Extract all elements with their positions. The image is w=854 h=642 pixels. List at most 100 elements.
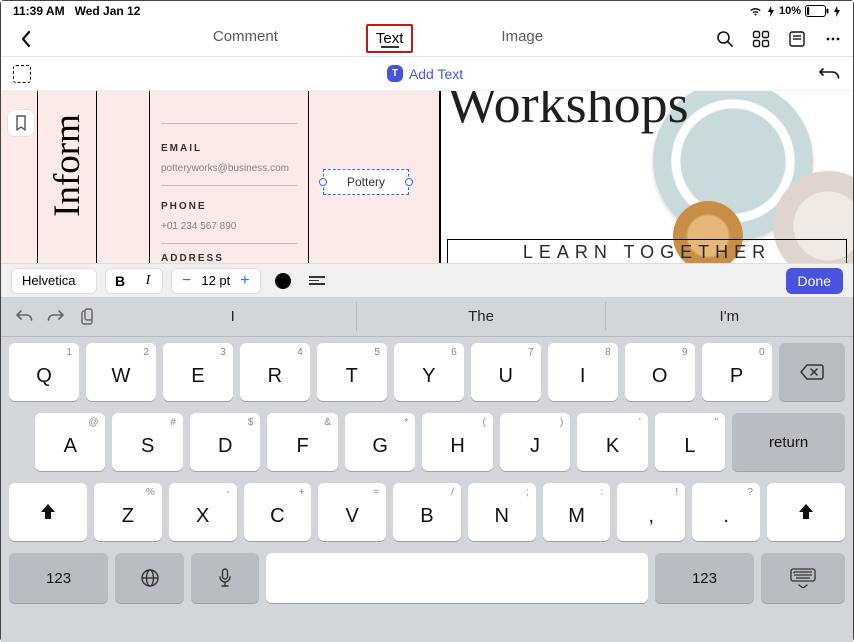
key-c[interactable]: +C bbox=[244, 483, 312, 541]
key-s[interactable]: #S bbox=[112, 413, 182, 471]
phone-value: +01 234 567 890 bbox=[161, 221, 236, 232]
key-space[interactable] bbox=[266, 553, 647, 603]
italic-button[interactable]: I bbox=[134, 273, 162, 289]
key-shift-right[interactable] bbox=[767, 483, 845, 541]
keyboard: I The I'm 1Q2W3E4R5T6Y7U8I9O0P @A#S$D&F*… bbox=[1, 297, 853, 642]
key-t[interactable]: 5T bbox=[317, 343, 387, 401]
page-left[interactable]: Inform EMAIL potteryworks@business.com P… bbox=[1, 91, 439, 263]
key-e[interactable]: 3E bbox=[163, 343, 233, 401]
format-toolbar: Helvetica B I − 12 pt + Done bbox=[1, 263, 853, 297]
key-w[interactable]: 2W bbox=[86, 343, 156, 401]
key-y[interactable]: 6Y bbox=[394, 343, 464, 401]
phone-heading: PHONE bbox=[161, 201, 207, 212]
key-a[interactable]: @A bbox=[35, 413, 105, 471]
key-u[interactable]: 7U bbox=[471, 343, 541, 401]
font-family-select[interactable]: Helvetica bbox=[11, 268, 97, 294]
top-toolbar: Comment Text Image bbox=[1, 21, 853, 57]
key-numbers-right[interactable]: 123 bbox=[655, 553, 754, 603]
key-backspace[interactable] bbox=[779, 343, 845, 401]
battery-icon bbox=[805, 5, 829, 17]
title-line2: Workshops bbox=[447, 91, 853, 132]
key-row-1: 1Q2W3E4R5T6Y7U8I9O0P bbox=[1, 337, 853, 407]
font-size-value: 12 pt bbox=[201, 273, 230, 288]
contact-divider bbox=[161, 123, 297, 124]
key-comma[interactable]: !, bbox=[617, 483, 685, 541]
status-time: 11:39 AM bbox=[13, 4, 65, 18]
battery-pct: 10% bbox=[779, 5, 801, 17]
suggestion-bar: I The I'm bbox=[1, 297, 853, 337]
tab-image[interactable]: Image bbox=[493, 24, 551, 53]
key-d[interactable]: $D bbox=[190, 413, 260, 471]
charge-icon bbox=[767, 6, 775, 17]
key-return[interactable]: return bbox=[732, 413, 845, 471]
document-canvas[interactable]: Inform EMAIL potteryworks@business.com P… bbox=[1, 91, 853, 263]
key-o[interactable]: 9O bbox=[625, 343, 695, 401]
key-k[interactable]: 'K bbox=[577, 413, 647, 471]
more-icon[interactable] bbox=[823, 29, 843, 49]
bookmark-icon[interactable] bbox=[7, 109, 35, 137]
key-shift-left[interactable] bbox=[9, 483, 87, 541]
key-r[interactable]: 4R bbox=[240, 343, 310, 401]
page-right[interactable]: Pottery Workshops LEARN TOGETHER bbox=[439, 91, 853, 263]
key-g[interactable]: *G bbox=[345, 413, 415, 471]
key-x[interactable]: -X bbox=[169, 483, 237, 541]
back-button[interactable] bbox=[11, 30, 41, 48]
key-j[interactable]: )J bbox=[500, 413, 570, 471]
key-f[interactable]: &F bbox=[267, 413, 337, 471]
email-value: potteryworks@business.com bbox=[161, 163, 289, 174]
selection-icon[interactable] bbox=[13, 65, 31, 83]
contact-box bbox=[149, 91, 309, 263]
undo-button[interactable] bbox=[819, 65, 841, 83]
key-q[interactable]: 1Q bbox=[9, 343, 79, 401]
address-heading: ADDRESS bbox=[161, 253, 224, 263]
key-period[interactable]: ?. bbox=[692, 483, 760, 541]
add-text-label: Add Text bbox=[409, 66, 463, 82]
status-bar: 11:39 AM Wed Jan 12 10% bbox=[1, 1, 853, 21]
key-v[interactable]: =V bbox=[318, 483, 386, 541]
key-b[interactable]: /B bbox=[393, 483, 461, 541]
text-color-button[interactable] bbox=[275, 273, 291, 289]
grid-icon[interactable] bbox=[751, 29, 771, 49]
key-row-4: 123 123 bbox=[1, 547, 853, 609]
done-button[interactable]: Done bbox=[786, 268, 843, 294]
selection-handle-right[interactable] bbox=[405, 178, 413, 186]
kbd-undo-icon[interactable] bbox=[15, 308, 33, 326]
key-m[interactable]: :M bbox=[543, 483, 611, 541]
email-heading: EMAIL bbox=[161, 143, 202, 154]
contact-divider bbox=[161, 185, 297, 186]
tab-text[interactable]: Text bbox=[366, 24, 414, 53]
status-date: Wed Jan 12 bbox=[75, 4, 141, 18]
key-hide-keyboard[interactable] bbox=[761, 553, 845, 603]
kbd-redo-icon[interactable] bbox=[47, 308, 65, 326]
key-numbers[interactable]: 123 bbox=[9, 553, 108, 603]
key-z[interactable]: %Z bbox=[94, 483, 162, 541]
panel-icon[interactable] bbox=[787, 29, 807, 49]
contact-divider bbox=[161, 243, 297, 244]
key-i[interactable]: 8I bbox=[548, 343, 618, 401]
tab-comment[interactable]: Comment bbox=[205, 24, 286, 53]
key-row-2: @A#S$D&F*G(H)J'K"Lreturn bbox=[1, 407, 853, 477]
key-l[interactable]: "L bbox=[655, 413, 725, 471]
search-icon[interactable] bbox=[715, 29, 735, 49]
suggestion-3[interactable]: I'm bbox=[605, 302, 853, 331]
size-increase-button[interactable]: + bbox=[236, 272, 253, 290]
suggestion-2[interactable]: The bbox=[356, 302, 604, 331]
text-selection-box[interactable]: Pottery bbox=[323, 169, 409, 195]
suggestion-1[interactable]: I bbox=[109, 302, 356, 331]
key-n[interactable]: ;N bbox=[468, 483, 536, 541]
key-mic[interactable] bbox=[191, 553, 260, 603]
size-decrease-button[interactable]: − bbox=[178, 272, 195, 290]
kbd-clipboard-icon[interactable] bbox=[79, 308, 95, 326]
subtitle: LEARN TOGETHER bbox=[447, 239, 847, 263]
key-h[interactable]: (H bbox=[422, 413, 492, 471]
selected-text: Pottery bbox=[347, 175, 385, 189]
align-button[interactable] bbox=[305, 276, 329, 285]
text-badge-icon: T bbox=[387, 65, 403, 82]
bold-button[interactable]: B bbox=[106, 273, 134, 289]
inform-box: Inform bbox=[37, 91, 97, 263]
add-text-button[interactable]: T Add Text bbox=[387, 65, 463, 82]
key-row-3: %Z-X+C=V/B;N:M!,?. bbox=[1, 477, 853, 547]
selection-handle-left[interactable] bbox=[319, 178, 327, 186]
key-globe[interactable] bbox=[115, 553, 184, 603]
key-p[interactable]: 0P bbox=[702, 343, 772, 401]
